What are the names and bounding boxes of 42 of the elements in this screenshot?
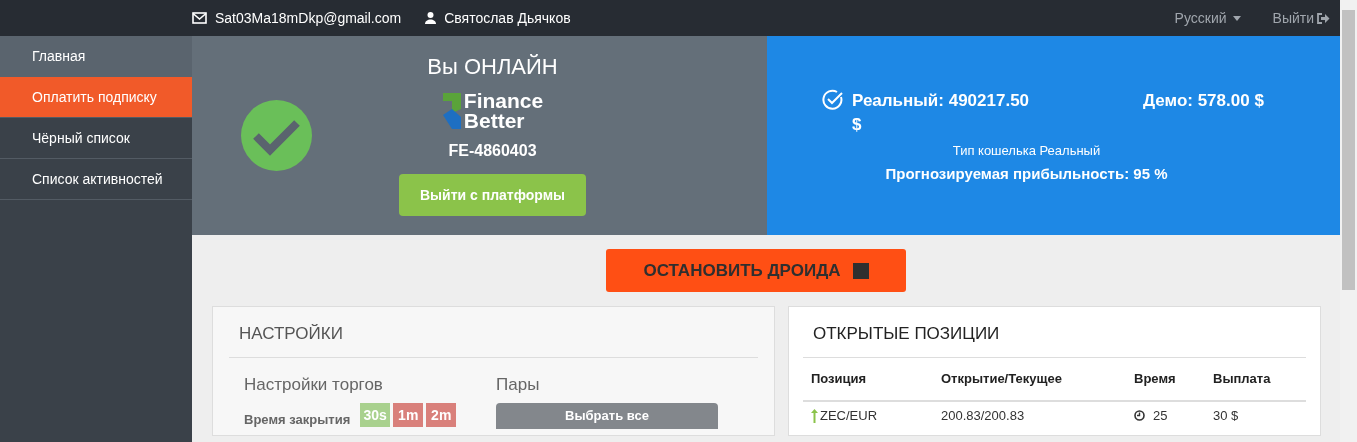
check-circle-icon <box>822 89 844 111</box>
check-circle-icon <box>241 100 312 171</box>
card-title: НАСТРОЙКИ <box>229 307 758 358</box>
column-header: Позиция <box>811 369 868 388</box>
time-option[interactable]: 2m <box>426 403 457 427</box>
demo-balance: Демо: 578.00 $ <box>1143 90 1264 112</box>
table-cell-text: 30 $ <box>1213 406 1240 425</box>
column-header: Выплата <box>1213 369 1272 388</box>
sidebar-item[interactable]: Оплатить подписку <box>0 77 192 118</box>
select-all-button[interactable]: Выбрать все <box>496 403 718 429</box>
logo-mark-icon <box>441 91 462 131</box>
table-cell-text: ZEC/EUR <box>820 406 878 425</box>
user-email: Sat03Ma18mDkp@gmail.com <box>215 8 402 28</box>
field-label: Время закрытия <box>244 411 351 429</box>
logout-link[interactable]: Выйти <box>1272 7 1330 29</box>
stop-droid-button[interactable]: ОСТАНОВИТЬ ДРОИДА <box>606 249 906 292</box>
column-header: Открытие/Текущее <box>941 369 1063 388</box>
user-icon <box>425 12 437 24</box>
real-balance: Реальный: 490217.50 $ <box>852 90 1031 136</box>
account-id: FE-4860403 <box>448 141 537 161</box>
time-option[interactable]: 1m <box>393 403 424 427</box>
user-name: Святослав Дьячков <box>444 8 571 28</box>
exit-platform-button[interactable]: Выйти с платформы <box>399 174 586 216</box>
section-title: Настройки торгов <box>244 373 384 396</box>
finance-better-logo: Finance Better <box>441 91 544 131</box>
table-cell-text: 200.83/200.83 <box>941 406 1026 425</box>
up-arrow-icon <box>811 408 818 423</box>
wallet-type: Тип кошелька Реальный <box>952 142 1101 160</box>
language-dropdown[interactable]: Русский <box>1174 7 1241 29</box>
section-title: Пары <box>496 373 541 396</box>
column-header: Время <box>1134 369 1177 388</box>
table-cell-text: 25 <box>1153 406 1168 425</box>
forecast-profitability: Прогнозируемая прибыльность: 95 % <box>885 163 1168 184</box>
status-title: Вы ОНЛАЙН <box>427 53 558 81</box>
caret-icon <box>1232 15 1241 21</box>
card-title: ОТКРЫТЫЕ ПОЗИЦИИ <box>803 307 1306 358</box>
logout-icon <box>1317 12 1330 24</box>
envelope-icon <box>192 12 207 24</box>
stop-icon <box>852 262 869 279</box>
clock-icon <box>1134 410 1145 421</box>
sidebar-item[interactable]: Главная <box>0 36 192 77</box>
scrollbar-thumb[interactable] <box>1342 10 1355 290</box>
